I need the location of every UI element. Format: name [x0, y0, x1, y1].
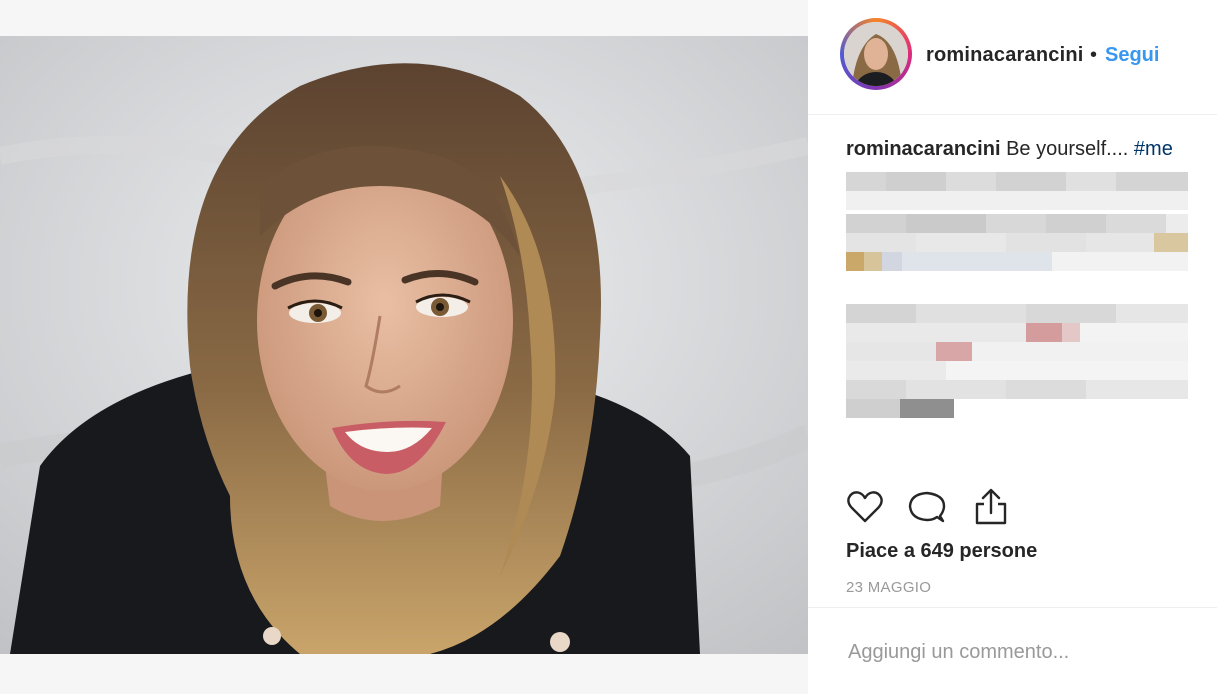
post-photo[interactable]	[0, 36, 808, 654]
instagram-post-page: rominacarancini • Segui rominacarancini …	[0, 0, 1217, 694]
caption-text: Be yourself....	[1000, 138, 1134, 160]
share-button[interactable]	[970, 486, 1012, 528]
avatar[interactable]	[844, 22, 908, 86]
post-sidebar: rominacarancini • Segui rominacarancini …	[808, 0, 1217, 694]
blurred-comment	[846, 214, 1188, 271]
like-button[interactable]	[844, 486, 886, 528]
follow-button[interactable]: Segui	[1105, 44, 1159, 67]
portrait-photo-image	[0, 36, 808, 654]
caption-hashtag[interactable]: #me	[1134, 138, 1173, 160]
comment-form	[808, 607, 1217, 694]
post-caption: rominacarancini Be yourself.... #me	[846, 138, 1173, 161]
share-icon	[975, 488, 1007, 525]
story-ring[interactable]	[840, 18, 912, 90]
comment-bubble-icon	[908, 491, 946, 523]
post-actions	[844, 486, 1144, 530]
avatar-image	[844, 22, 908, 86]
blurred-comment	[846, 304, 1188, 418]
post-header: rominacarancini • Segui	[808, 0, 1217, 115]
likes-count[interactable]: Piace a 649 persone	[846, 540, 1037, 563]
header-separator: •	[1090, 44, 1098, 66]
blurred-comment	[846, 172, 1188, 210]
comment-button[interactable]	[906, 486, 948, 528]
post-date[interactable]: 23 MAGGIO	[846, 579, 931, 596]
comment-input[interactable]	[846, 636, 1190, 668]
caption-username[interactable]: rominacarancini	[846, 138, 1001, 160]
header-username[interactable]: rominacarancini	[926, 44, 1084, 67]
heart-icon	[847, 491, 883, 523]
